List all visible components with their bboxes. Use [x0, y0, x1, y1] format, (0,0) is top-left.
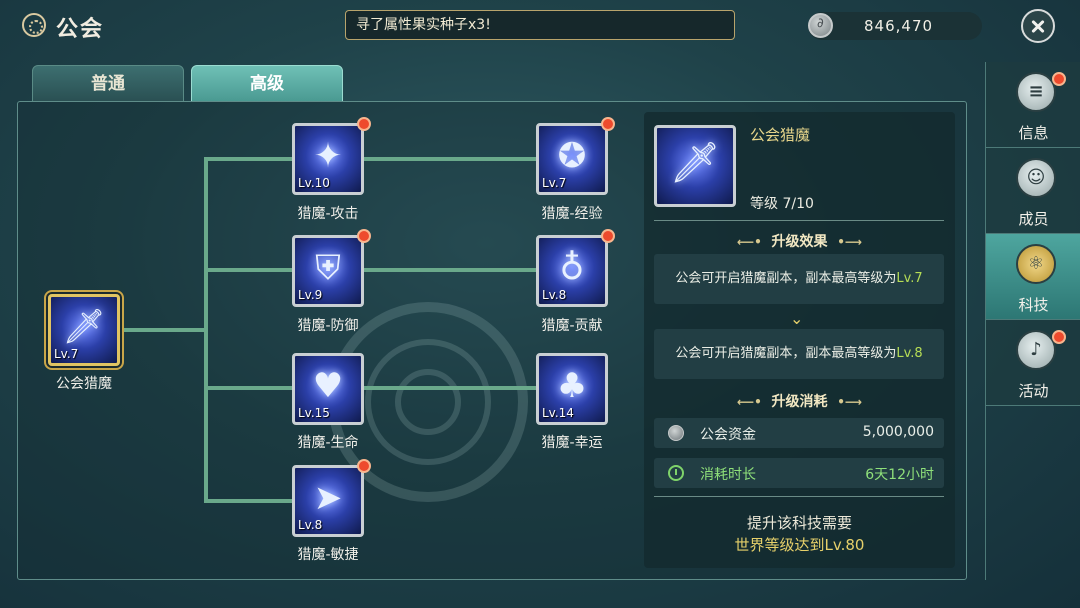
announcement-ticker: 寻了属性果实种子x3! [345, 10, 735, 40]
node-level: Lv.9 [298, 288, 323, 302]
alert-dot [1052, 330, 1066, 344]
coin-icon [808, 13, 833, 38]
atom-icon: ⚛ [1016, 244, 1056, 284]
time-value: 6天12小时 [865, 467, 934, 483]
close-button[interactable] [1021, 9, 1055, 43]
sidebar-item-info[interactable]: ≡ 信息 [986, 62, 1080, 148]
alert-dot [601, 117, 615, 131]
detail-level: 等级 7/10 [750, 196, 814, 212]
connector-line [204, 499, 294, 503]
node-name: 猎魔-贡献 [541, 318, 603, 334]
node-name: 猎魔-敏捷 [297, 547, 359, 563]
tech-node-luck[interactable]: ♣ Lv.14 [536, 353, 608, 425]
node-level: Lv.8 [542, 288, 567, 302]
connector-line [124, 328, 208, 332]
tab-advanced[interactable]: 高级 [191, 65, 343, 102]
currency-value: 846,470 [864, 17, 934, 35]
members-icon: ☺ [1016, 158, 1056, 198]
tech-node-root[interactable]: 🗡 Lv.7 [48, 294, 120, 366]
fund-value: 5,000,000 [862, 424, 934, 440]
alert-dot [357, 459, 371, 473]
fund-cost-row: 公会资金 5,000,000 [654, 418, 944, 448]
alert-dot [357, 229, 371, 243]
connector-line [364, 268, 539, 272]
divider [654, 496, 944, 497]
tab-normal[interactable]: 普通 [32, 65, 184, 102]
node-level: Lv.7 [54, 347, 79, 361]
tech-node-defense[interactable]: ⛨ Lv.9 [292, 235, 364, 307]
coin-icon [668, 425, 684, 441]
sword-icon: 🗡 [654, 125, 736, 207]
node-level: Lv.14 [542, 406, 574, 420]
fund-label: 公会资金 [700, 427, 756, 443]
time-label: 消耗时长 [700, 467, 756, 483]
connector-line [204, 268, 294, 272]
node-name: 公会猎魔 [56, 376, 112, 392]
node-level: Lv.8 [298, 518, 323, 532]
currency-display: 846,470 [808, 12, 982, 40]
sidebar-item-tech[interactable]: ⚛ 科技 [986, 234, 1080, 320]
tech-node-contribution[interactable]: ♁ Lv.8 [536, 235, 608, 307]
sidebar-item-events[interactable]: ♪ 活动 [986, 320, 1080, 406]
alert-dot [601, 229, 615, 243]
bell-icon: ♪ [1016, 330, 1056, 370]
next-effect: 公会可开启猎魔副本，副本最高等级为Lv.8 [654, 329, 944, 379]
tech-detail-panel: 🗡 公会猎魔 等级 7/10 ⟵• 升级效果 •⟶ 公会可开启猎魔副本，副本最高… [644, 112, 955, 568]
tech-node-life[interactable]: ♥ Lv.15 [292, 353, 364, 425]
alert-dot [1052, 72, 1066, 86]
time-cost-row: 消耗时长 6天12小时 [654, 458, 944, 488]
current-effect: 公会可开启猎魔副本，副本最高等级为Lv.7 [654, 254, 944, 304]
guild-sidebar: ≡ 信息 ☺ 成员 ⚛ 科技 ♪ 活动 [985, 62, 1080, 580]
node-name: 猎魔-攻击 [297, 206, 359, 222]
connector-line [204, 157, 208, 502]
connector-line [204, 386, 294, 390]
chevron-down-icon: ⌄ [790, 309, 804, 328]
node-level: Lv.15 [298, 406, 330, 420]
connector-line [364, 386, 539, 390]
tech-node-experience[interactable]: ✪ Lv.7 [536, 123, 608, 195]
node-level: Lv.10 [298, 176, 330, 190]
connector-line [364, 157, 539, 161]
clock-icon [668, 465, 684, 481]
connector-line [204, 157, 294, 161]
divider [654, 220, 944, 221]
node-name: 猎魔-防御 [297, 318, 359, 334]
node-name: 猎魔-幸运 [541, 435, 603, 451]
node-name: 猎魔-生命 [297, 435, 359, 451]
top-bar: 公会 寻了属性果实种子x3! 846,470 [0, 0, 1080, 52]
detail-title: 公会猎魔 [750, 126, 811, 144]
effect-section-title: ⟵• 升级效果 •⟶ [736, 234, 863, 250]
document-icon: ≡ [1016, 72, 1056, 112]
guild-emblem-icon [22, 13, 46, 37]
alert-dot [357, 117, 371, 131]
node-name: 猎魔-经验 [541, 206, 603, 222]
tech-node-attack[interactable]: ✦ Lv.10 [292, 123, 364, 195]
tech-node-agility[interactable]: ➤ Lv.8 [292, 465, 364, 537]
page-title: 公会 [56, 17, 105, 42]
cost-section-title: ⟵• 升级消耗 •⟶ [736, 394, 863, 410]
node-level: Lv.7 [542, 176, 567, 190]
upgrade-requirement: 提升该科技需要 世界等级达到Lv.80 [734, 514, 865, 554]
sidebar-item-members[interactable]: ☺ 成员 [986, 148, 1080, 234]
